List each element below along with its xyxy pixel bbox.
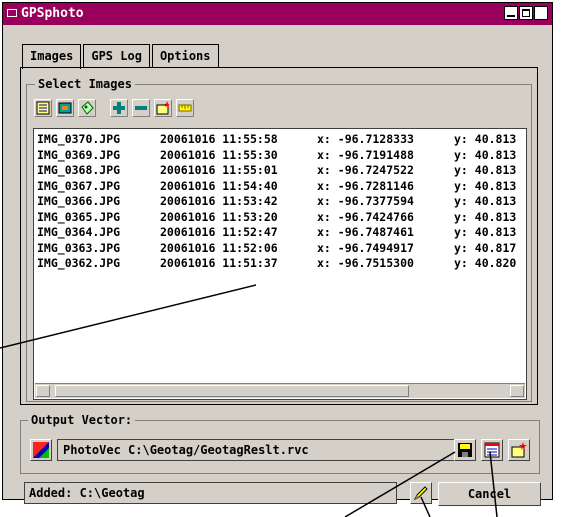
row-x: x: -96.7191488: [317, 147, 414, 162]
row-file: IMG_0368.JPG: [37, 163, 121, 177]
select-images-group: Select Images IMG_0370.JPG 20061016 11:5…: [26, 77, 532, 402]
save-icon[interactable]: [454, 439, 476, 461]
row-x: x: -96.7424766: [317, 209, 414, 224]
row-datetime: 20061016 11:53:42: [160, 194, 278, 208]
row-y: y: 40.820: [454, 256, 517, 270]
row-x: x: -96.7377594: [317, 194, 414, 208]
tab-bar: Images GPS Log Options: [22, 44, 221, 69]
image-toolbar: [34, 99, 198, 117]
add-icon[interactable]: [110, 99, 128, 117]
row-datetime: 20061016 11:54:40: [160, 178, 278, 193]
row-y: y: 40.813: [454, 147, 517, 162]
close-button[interactable]: [534, 4, 548, 20]
row-y: y: 40.813: [454, 178, 517, 193]
table-view-icon[interactable]: [481, 439, 503, 461]
row-y: y: 40.813: [454, 225, 517, 239]
output-vector-group: Output Vector: PhotoVec C:\Geotag/Geotag…: [20, 413, 540, 474]
new-vector-icon[interactable]: [508, 439, 530, 461]
list-item[interactable]: IMG_0368.JPG 20061016 11:55:01 x: -96.7247…: [34, 163, 526, 179]
scroll-right-arrow[interactable]: [510, 385, 524, 397]
list-item[interactable]: IMG_0369.JPG 20061016 11:55:30 x: -96.7191…: [34, 148, 526, 164]
remove-icon[interactable]: [132, 99, 150, 117]
row-x: x: -96.7487461: [317, 225, 414, 239]
row-datetime: 20061016 11:52:47: [160, 225, 278, 239]
row-x: x: -96.7494917: [317, 240, 414, 255]
row-y: y: 40.813: [454, 194, 517, 208]
scroll-left-arrow[interactable]: [36, 385, 50, 397]
row-y: y: 40.817: [454, 240, 517, 255]
row-file: IMG_0366.JPG: [37, 194, 121, 208]
select-images-legend: Select Images: [35, 77, 135, 91]
horizontal-scrollbar[interactable]: [35, 383, 525, 398]
ruler-icon[interactable]: [176, 99, 194, 117]
status-text: Added: C:\Geotag: [29, 486, 145, 500]
output-vector-field[interactable]: PhotoVec C:\Geotag/GeotagReslt.rvc: [57, 439, 461, 461]
row-y: y: 40.813: [454, 163, 517, 177]
list-item[interactable]: IMG_0362.JPG 20061016 11:51:37 x: -96.7515…: [34, 256, 526, 272]
row-file: IMG_0369.JPG: [37, 147, 121, 162]
row-y: y: 40.813: [454, 132, 517, 146]
new-file-icon[interactable]: [154, 99, 172, 117]
maximize-button[interactable]: [519, 6, 533, 20]
select-files-icon[interactable]: [34, 99, 52, 117]
minimize-button[interactable]: [504, 6, 518, 20]
row-x: x: -96.7128333: [317, 132, 414, 146]
row-x: x: -96.7247522: [317, 163, 414, 177]
status-line: Added: C:\Geotag: [24, 482, 397, 504]
row-datetime: 20061016 11:53:20: [160, 209, 278, 224]
row-file: IMG_0364.JPG: [37, 225, 121, 239]
list-item[interactable]: IMG_0363.JPG 20061016 11:52:06 x: -96.7494…: [34, 241, 526, 257]
image-icon[interactable]: [56, 99, 74, 117]
cancel-button[interactable]: Cancel: [438, 482, 541, 506]
scroll-thumb[interactable]: [55, 385, 409, 397]
output-vector-legend: Output Vector:: [28, 413, 136, 427]
list-item[interactable]: IMG_0366.JPG 20061016 11:53:42 x: -96.7377…: [34, 194, 526, 210]
tab-images[interactable]: Images: [22, 44, 82, 69]
image-list[interactable]: IMG_0370.JPG 20061016 11:55:58 x: -96.7128…: [33, 128, 527, 400]
row-file: IMG_0362.JPG: [37, 256, 121, 270]
vector-object-icon[interactable]: [30, 439, 52, 461]
window-title: GPSphoto: [21, 6, 84, 21]
row-x: x: -96.7515300: [317, 256, 414, 270]
row-file: IMG_0367.JPG: [37, 178, 121, 193]
window-menu-icon[interactable]: [7, 9, 17, 17]
row-x: x: -96.7281146: [317, 178, 414, 193]
list-item[interactable]: IMG_0370.JPG 20061016 11:55:58 x: -96.7128…: [34, 132, 526, 148]
row-file: IMG_0365.JPG: [37, 209, 121, 224]
edit-pencil-icon[interactable]: [410, 482, 432, 504]
row-datetime: 20061016 11:55:58: [160, 132, 278, 146]
list-item[interactable]: IMG_0367.JPG 20061016 11:54:40 x: -96.7281…: [34, 179, 526, 195]
row-file: IMG_0363.JPG: [37, 240, 121, 255]
title-bar[interactable]: GPSphoto: [3, 3, 552, 25]
tab-options[interactable]: Options: [151, 44, 219, 67]
row-file: IMG_0370.JPG: [37, 132, 121, 146]
list-item[interactable]: IMG_0365.JPG 20061016 11:53:20 x: -96.7424…: [34, 210, 526, 226]
row-datetime: 20061016 11:51:37: [160, 256, 278, 270]
images-tab-panel: Select Images IMG_0370.JPG 20061016 11:5…: [20, 67, 538, 405]
list-item[interactable]: IMG_0364.JPG 20061016 11:52:47 x: -96.7487…: [34, 225, 526, 241]
row-datetime: 20061016 11:55:30: [160, 147, 278, 162]
output-vector-value: PhotoVec C:\Geotag/GeotagReslt.rvc: [63, 443, 309, 457]
row-datetime: 20061016 11:55:01: [160, 163, 278, 177]
row-datetime: 20061016 11:52:06: [160, 240, 278, 255]
tag-icon[interactable]: [78, 99, 96, 117]
row-y: y: 40.813: [454, 209, 517, 224]
tab-gps-log[interactable]: GPS Log: [83, 44, 150, 67]
